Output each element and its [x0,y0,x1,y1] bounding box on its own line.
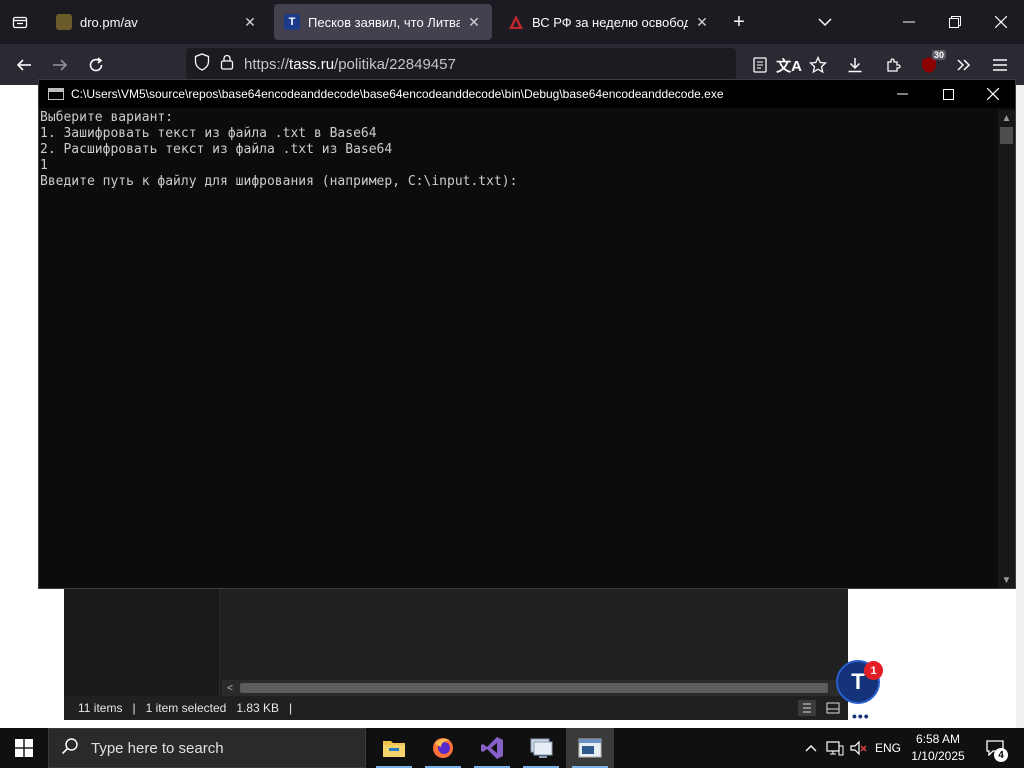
ublock-extension-icon[interactable]: 30 [914,50,946,80]
details-view-icon[interactable] [798,700,816,716]
tab-close-icon[interactable]: ✕ [242,14,258,30]
scroll-left-icon[interactable]: < [222,680,238,696]
windows-start-icon[interactable] [0,728,48,768]
tab-title: ВС РФ за неделю освободили [532,14,688,30]
extensions-puzzle-icon[interactable] [878,50,908,80]
selected-size: 1.83 KB [236,701,280,715]
downloads-icon[interactable] [840,50,870,80]
input-language[interactable]: ENG [872,728,904,768]
tass-more-dots[interactable]: ••• [852,708,870,724]
folder-favicon-icon [56,14,72,30]
notification-center-icon[interactable]: 4 [978,728,1012,768]
tab-vs-rf[interactable]: ВС РФ за неделю освободили ✕ [498,4,720,40]
console-taskbar-icon[interactable] [566,728,614,768]
close-window-icon[interactable] [978,0,1024,44]
tab-dro-pm[interactable]: dro.pm/av ✕ [46,4,268,40]
status-separator: | [132,701,136,715]
reload-icon[interactable] [81,50,111,80]
restore-icon[interactable] [932,0,978,44]
console-maximize-icon[interactable] [925,80,971,108]
reader-view-icon[interactable] [745,50,775,80]
tab-overflow-chevron-icon[interactable] [802,0,848,44]
console-close-icon[interactable] [970,80,1016,108]
visual-studio-taskbar-icon[interactable] [468,728,516,768]
console-output[interactable]: Выберите вариант: 1. Зашифровать текст из… [40,110,998,588]
scroll-down-icon[interactable]: ▼ [998,572,1015,588]
clock-time: 6:58 AM [915,732,961,746]
tab-title: Песков заявил, что Литва име [308,14,460,30]
console-scroll-thumb[interactable] [1000,127,1013,144]
url-scheme: https:// [244,55,290,73]
tab-close-icon[interactable]: ✕ [694,14,710,30]
console-window: C:\Users\VM5\source\repos\base64encodean… [38,79,1016,589]
console-line: Введите путь к файлу для шифрования (нап… [40,174,518,189]
minimize-icon[interactable] [886,0,932,44]
console-vertical-scrollbar[interactable]: ▲ ▼ [998,110,1015,588]
extension-badge: 30 [931,50,946,60]
tab-close-icon[interactable]: ✕ [466,14,482,30]
console-app-icon [48,88,64,100]
file-explorer-window: < > 11 items | 1 item selected 1.83 KB | [64,588,848,720]
console-minimize-icon[interactable] [879,80,925,108]
desktop: dro.pm/av ✕ T Песков заявил, что Литва и… [0,0,1024,768]
bookmark-star-icon[interactable] [803,50,833,80]
url-bar[interactable]: https://tass.ru/politika/22849457 [186,48,736,80]
taskbar-search-box[interactable]: Type here to search [48,728,366,768]
explorer-nav-pane[interactable] [64,588,220,696]
search-icon [61,737,79,760]
explorer-status-bar: 11 items | 1 item selected 1.83 KB | [64,696,848,720]
page-scrollbar[interactable] [1016,85,1024,728]
console-line: Выберите вариант: [40,110,174,125]
back-arrow-icon[interactable] [9,50,39,80]
forward-arrow-icon[interactable] [45,50,75,80]
tab-title: dro.pm/av [80,14,138,30]
hamburger-menu-icon[interactable] [985,50,1015,80]
overflow-chevrons-icon[interactable] [949,50,979,80]
taskbar: Type here to search ENG 6:58 AM 1/10/202… [0,728,1024,768]
items-count: 11 items [78,701,123,715]
large-icons-view-icon[interactable] [824,700,842,716]
console-line: 1. Зашифровать текст из файла .txt в Bas… [40,126,377,141]
firefox-taskbar-icon[interactable] [419,728,467,768]
tass-favicon-icon: T [284,14,300,30]
console-title: C:\Users\VM5\source\repos\base64encodean… [71,87,724,101]
scroll-up-icon[interactable]: ▲ [998,110,1015,126]
url-path: /politika/22849457 [334,55,456,73]
url-host: tass.ru [289,55,335,73]
red-favicon-icon [508,14,524,30]
shield-icon[interactable] [194,52,210,76]
lock-icon[interactable] [220,54,234,75]
console-line: 2. Расшифровать текст из файла .txt из B… [40,142,393,157]
taskbar-clock[interactable]: 6:58 AM 1/10/2025 [902,728,974,768]
show-hidden-icons-chevron-icon[interactable] [800,728,822,768]
remote-desktop-taskbar-icon[interactable] [517,728,565,768]
tass-notification-badge: 1 [864,661,883,680]
scroll-thumb[interactable] [240,683,828,693]
network-icon[interactable] [824,728,846,768]
explorer-horizontal-scrollbar[interactable]: < > [222,680,848,696]
url-text[interactable]: https://tass.ru/politika/22849457 [244,56,456,73]
tab-tass-peskov[interactable]: T Песков заявил, что Литва име ✕ [274,4,492,40]
console-line: 1 [40,158,48,173]
browser-tab-bar: dro.pm/av ✕ T Песков заявил, что Литва и… [0,0,1024,44]
selected-count: 1 item selected [145,701,227,715]
clock-date: 1/10/2025 [911,749,965,763]
translate-icon[interactable]: 文A [774,50,804,80]
console-title-bar[interactable]: C:\Users\VM5\source\repos\base64encodean… [39,80,1015,108]
file-explorer-taskbar-icon[interactable] [370,728,418,768]
new-tab-plus-icon[interactable]: + [716,0,762,44]
status-separator: | [289,701,293,715]
notification-count: 4 [994,748,1008,762]
search-placeholder: Type here to search [91,739,224,757]
tab-list-icon[interactable] [0,0,40,44]
volume-muted-icon[interactable] [848,728,870,768]
